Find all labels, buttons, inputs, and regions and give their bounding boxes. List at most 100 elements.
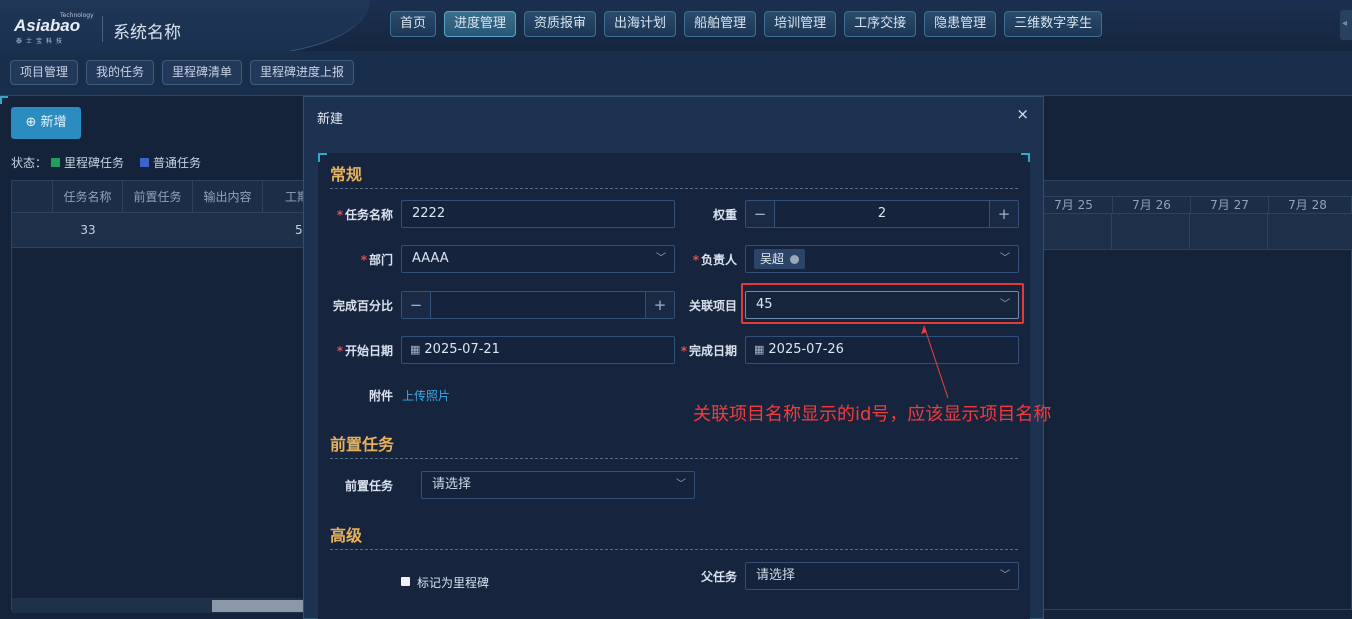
milestone-checkbox-label[interactable]: 标记为里程碑 [417,574,489,591]
percent-decrement-button[interactable]: − [402,292,430,318]
close-icon[interactable]: × [1016,105,1029,123]
related-project-label: 关联项目 [688,299,737,313]
top-bar: Technology Asiabao 泰士宝科技 系统名称 首页 进度管理 资质… [0,0,1352,56]
parent-task-select[interactable]: 请选择 ﹀ [745,562,1019,590]
status-legend: 状态： 里程碑任务 普通任务 [11,154,201,171]
nav-training[interactable]: 培训管理 [764,11,837,37]
weight-value[interactable]: 2 [774,201,990,227]
start-date-value: 2025-07-21 [424,342,500,357]
owner-select[interactable]: 吴超 ﹀ [745,245,1019,273]
timeline-row [1033,214,1352,250]
dialog-body: 常规 * 任务名称 2222 权重 − 2 + * 部门 AAAA ﹀ * 负责人 吴… [318,153,1030,619]
nav-vessel[interactable]: 船舶管理 [684,11,757,37]
new-task-dialog: 新建 × 常规 * 任务名称 2222 权重 − 2 + * 部门 AAAA ﹀ *… [303,96,1044,619]
tag-close-icon[interactable] [790,255,800,264]
legend-label-milestone: 里程碑任务 [64,156,125,170]
grid-header-task-name[interactable]: 任务名称 [53,181,123,213]
grid-header-output[interactable]: 输出内容 [193,181,263,213]
department-value: AAAA [412,251,449,266]
legend-label-normal: 普通任务 [153,156,202,170]
department-label: * 部门 [360,253,393,267]
nav-sea-plan[interactable]: 出海计划 [604,11,677,37]
nav-hazard[interactable]: 隐患管理 [924,11,997,37]
percent-done-stepper[interactable]: − + [401,291,675,319]
nav-qualification[interactable]: 资质报审 [524,11,597,37]
add-button[interactable]: ⊕ 新增 [11,107,81,139]
logo-subtitle: 泰士宝科技 [16,38,67,45]
nav-handover[interactable]: 工序交接 [844,11,917,37]
chevron-down-icon: ﹀ [676,479,686,490]
collapse-tab[interactable]: ◂ [1340,10,1352,40]
end-date-label: * 完成日期 [680,344,737,358]
add-button-label: 新增 [40,115,67,130]
department-select[interactable]: AAAA ﹀ [401,245,675,273]
plus-circle-icon: ⊕ [25,115,37,130]
predecessor-select[interactable]: 请选择 ﹀ [421,471,695,499]
chevron-down-icon: ﹀ [1000,253,1010,264]
legend-swatch-normal [140,158,150,167]
annotation-text: 关联项目名称显示的id号，应该显示项目名称 [693,404,1052,425]
timeline-cell [1111,214,1189,250]
start-date-label: * 开始日期 [336,344,393,358]
date-col-1: 7月 25 [1034,197,1112,214]
horizontal-scrollbar[interactable] [12,598,304,613]
system-name: 系统名称 [113,23,181,43]
subnav-milestone-report[interactable]: 里程碑进度上报 [250,60,355,85]
end-date-value: 2025-07-26 [768,342,844,357]
nav-progress[interactable]: 进度管理 [444,11,517,37]
milestone-checkbox[interactable] [401,577,410,586]
section-general-title: 常规 [330,165,363,184]
section-advanced-title: 高级 [330,526,363,545]
start-date-picker[interactable]: ▦ 2025-07-21 [401,336,675,364]
corner-decoration [0,96,8,104]
subnav-my-tasks[interactable]: 我的任务 [86,60,155,85]
corner-decoration [318,153,327,162]
date-col-3: 7月 27 [1190,197,1268,214]
owner-tag[interactable]: 吴超 [754,249,806,269]
timeline-header: 7月 25 7月 26 7月 27 7月 28 [1033,196,1352,214]
section-predecessor-title: 前置任务 [330,435,395,454]
main-nav: 首页 进度管理 资质报审 出海计划 船舶管理 培训管理 工序交接 隐患管理 三维… [390,11,1103,37]
section-divider [330,549,1018,550]
cell-task-name: 33 [80,223,96,237]
weight-label: 权重 [712,208,737,222]
attachment-label: 附件 [368,389,393,403]
section-divider [330,188,1018,189]
logo-panel: Technology Asiabao 泰士宝科技 系统名称 [0,0,370,56]
weight-decrement-button[interactable]: − [746,201,774,227]
parent-task-placeholder: 请选择 [756,568,796,583]
dialog-title: 新建 [317,112,344,127]
logo-divider [102,16,103,42]
section-divider [330,458,1018,459]
subnav-project-management[interactable]: 项目管理 [10,60,79,85]
sub-nav: 项目管理 我的任务 里程碑清单 里程碑进度上报 [0,51,1352,96]
timeline-cell [1189,214,1267,250]
predecessor-label: 前置任务 [344,479,393,493]
grid-header-spacer [12,181,53,213]
legend-swatch-milestone [51,158,61,167]
calendar-icon: ▦ [410,343,421,356]
calendar-icon: ▦ [754,343,765,356]
subnav-milestone-list[interactable]: 里程碑清单 [162,60,243,85]
parent-task-label: 父任务 [700,570,737,584]
percent-done-value[interactable] [430,292,646,318]
chevron-left-icon: ◂ [1342,18,1348,29]
logo-text: Asiabao [14,16,81,35]
grid-header-predecessor[interactable]: 前置任务 [123,181,193,213]
nav-digital-twin[interactable]: 三维数字孪生 [1004,11,1103,37]
weight-increment-button[interactable]: + [990,201,1018,227]
timeline-cell [1267,214,1345,250]
company-logo[interactable]: Technology Asiabao 泰士宝科技 [14,12,94,46]
weight-stepper[interactable]: − 2 + [745,200,1019,228]
nav-home[interactable]: 首页 [390,11,437,37]
upload-photo-link[interactable]: 上传照片 [402,387,450,404]
end-date-picker[interactable]: ▦ 2025-07-26 [745,336,1019,364]
owner-label: * 负责人 [692,253,737,267]
corner-decoration [1021,153,1030,162]
scrollbar-thumb[interactable] [212,600,304,612]
percent-increment-button[interactable]: + [646,292,674,318]
date-col-2: 7月 26 [1112,197,1190,214]
date-col-4: 7月 28 [1268,197,1346,214]
task-name-input[interactable]: 2222 [401,200,675,228]
status-legend-label: 状态： [11,156,48,170]
